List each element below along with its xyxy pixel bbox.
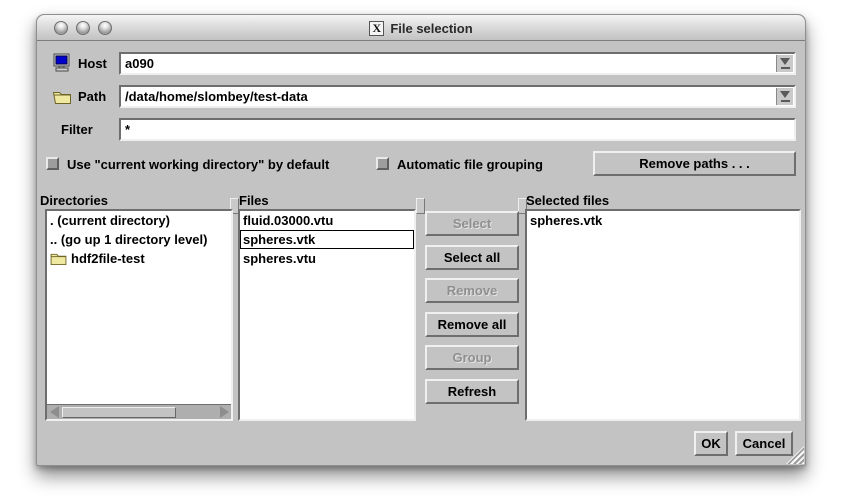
host-value: a090 (125, 56, 154, 71)
filter-input[interactable]: * (119, 118, 796, 141)
remove-all-button[interactable]: Remove all (425, 312, 519, 337)
list-item[interactable]: .. (go up 1 directory level) (47, 230, 231, 249)
path-value: /data/home/slombey/test-data (125, 89, 308, 104)
group-button[interactable]: Group (425, 345, 519, 370)
scroll-right-icon[interactable] (217, 406, 231, 419)
list-item[interactable]: spheres.vtk (527, 211, 799, 230)
remove-button[interactable]: Remove (425, 278, 519, 303)
selected-files-list[interactable]: spheres.vtk (525, 209, 801, 421)
select-button[interactable]: Select (425, 211, 519, 236)
directories-list[interactable]: . (current directory) .. (go up 1 direct… (45, 209, 233, 421)
file-entry-label: fluid.03000.vtu (243, 211, 333, 230)
directories-panel-label: Directories (40, 193, 108, 208)
cwd-checkbox-label: Use "current working directory" by defau… (67, 157, 329, 172)
cwd-checkbox[interactable] (46, 157, 59, 170)
filter-value: * (125, 122, 130, 137)
file-entry-label: spheres.vtu (243, 249, 316, 268)
directory-entry-label: . (current directory) (50, 211, 170, 230)
directory-entry-label: hdf2file-test (71, 249, 145, 268)
directory-entry-label: .. (go up 1 directory level) (50, 230, 207, 249)
remove-paths-button[interactable]: Remove paths . . . (593, 151, 796, 176)
folder-icon (50, 252, 67, 265)
scrollbar-thumb[interactable] (62, 407, 176, 418)
cancel-button[interactable]: Cancel (735, 431, 793, 456)
file-selection-dialog: X File selection Host a090 Path /data/ho… (36, 14, 806, 466)
select-all-button[interactable]: Select all (425, 245, 519, 270)
pane-sash-handle[interactable] (416, 198, 425, 214)
window-title: File selection (390, 21, 472, 36)
host-computer-icon (52, 53, 72, 73)
grouping-checkbox[interactable] (376, 157, 389, 170)
host-input[interactable]: a090 (119, 52, 796, 75)
refresh-button[interactable]: Refresh (425, 379, 519, 404)
title-bar[interactable]: X File selection (37, 15, 805, 41)
list-item-selected[interactable]: spheres.vtk (240, 230, 414, 249)
list-item[interactable]: . (current directory) (47, 211, 231, 230)
horizontal-scrollbar[interactable] (47, 404, 231, 419)
host-label: Host (78, 56, 107, 71)
selected-files-panel-label: Selected files (526, 193, 609, 208)
scroll-left-icon[interactable] (47, 406, 61, 419)
path-dropdown-arrow-icon[interactable] (776, 88, 793, 105)
path-input[interactable]: /data/home/slombey/test-data (119, 85, 796, 108)
list-item[interactable]: hdf2file-test (47, 249, 231, 268)
host-dropdown-arrow-icon[interactable] (776, 55, 793, 72)
path-folder-icon (52, 87, 72, 107)
list-item[interactable]: spheres.vtu (240, 249, 414, 268)
filter-label: Filter (61, 122, 93, 137)
ok-button[interactable]: OK (694, 431, 728, 456)
path-label: Path (78, 89, 106, 104)
grouping-checkbox-label: Automatic file grouping (397, 157, 543, 172)
file-entry-label: spheres.vtk (243, 230, 315, 249)
list-item[interactable]: fluid.03000.vtu (240, 211, 414, 230)
files-panel-label: Files (239, 193, 269, 208)
x11-app-icon: X (369, 21, 384, 36)
files-list[interactable]: fluid.03000.vtu spheres.vtk spheres.vtu (238, 209, 416, 421)
selected-file-entry-label: spheres.vtk (530, 211, 602, 230)
